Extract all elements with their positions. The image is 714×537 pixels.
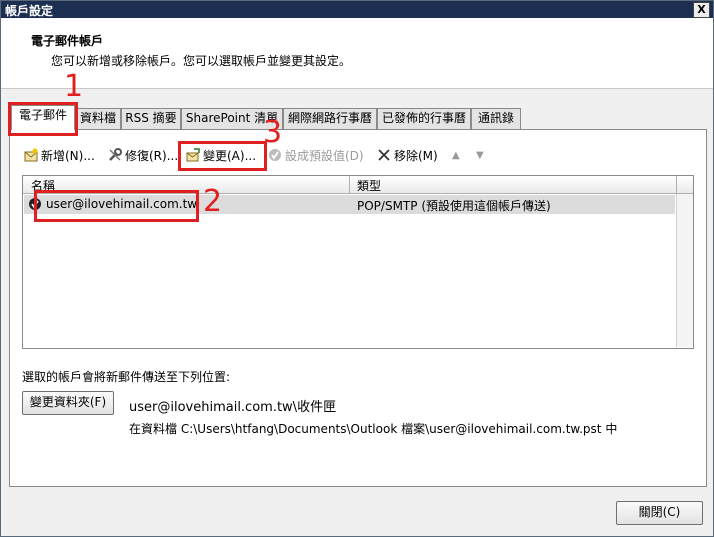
new-account-button[interactable]: 新增(N)... [24,147,95,165]
checkmark-circle-icon [269,149,281,161]
column-header-type[interactable]: 類型 [357,177,381,194]
email-tab-panel: 新增(N)... 修復(R)... 變更(A)... 設成預設值(D) 移除(M… [9,129,707,487]
annotation-box-change-button [178,141,267,171]
column-divider[interactable] [349,176,350,193]
move-up-icon[interactable]: ▲ [452,147,460,165]
change-folder-button[interactable]: 變更資料夾(F) [22,391,114,415]
annotation-number-1: 1 [64,69,84,104]
tab-email[interactable]: 電子郵件 [11,105,75,130]
delivery-folder-path: user@ilovehimail.com.tw\收件匣 [129,400,337,415]
new-mail-icon [24,148,38,162]
tab-address-books[interactable]: 通訊錄 [471,108,521,129]
close-button[interactable]: 關閉(C) [616,501,703,525]
account-type: POP/SMTP (預設使用這個帳戶傳送) [357,199,551,213]
move-down-icon[interactable]: ▼ [476,147,484,165]
tab-data-files[interactable]: 資料檔 [75,108,121,129]
delivery-location-label: 選取的帳戶會將新郵件傳送至下列位置: [22,370,231,384]
annotation-number-2: 2 [203,184,223,219]
title-bar: 帳戶設定 X [1,1,713,18]
header-end-cell [676,176,693,193]
page-title: 電子郵件帳戶 [31,34,104,48]
tab-internet-calendars[interactable]: 網際網路行事曆 [283,108,377,129]
data-file-path: 在資料檔 C:\Users\htfang\Documents\Outlook 檔… [129,422,618,436]
remove-x-icon [378,149,390,161]
remove-button[interactable]: 移除(M) [377,147,438,165]
page-subtitle: 您可以新增或移除帳戶。您可以選取帳戶並變更其設定。 [51,54,352,68]
tab-rss-feeds[interactable]: RSS 摘要 [121,108,181,129]
remove-label: 移除(M) [394,149,438,163]
repair-button[interactable]: 修復(R)... [108,147,178,165]
window-title: 帳戶設定 [5,4,54,18]
window-close-button[interactable]: X [693,2,710,18]
wrench-icon [109,148,122,161]
set-default-label: 設成預設值(D) [285,149,364,163]
list-scrollbar[interactable] [676,194,693,347]
repair-label: 修復(R)... [125,149,179,163]
annotation-box-account-row [34,190,199,222]
tab-published-calendars[interactable]: 已發佈的行事曆 [377,108,471,129]
header-area: 電子郵件帳戶 您可以新增或移除帳戶。您可以選取帳戶並變更其設定。 [1,18,713,89]
account-settings-window: 帳戶設定 X 電子郵件帳戶 您可以新增或移除帳戶。您可以選取帳戶並變更其設定。 … [0,0,714,537]
new-account-label: 新增(N)... [41,149,95,163]
set-default-button[interactable]: 設成預設值(D) [268,147,364,165]
